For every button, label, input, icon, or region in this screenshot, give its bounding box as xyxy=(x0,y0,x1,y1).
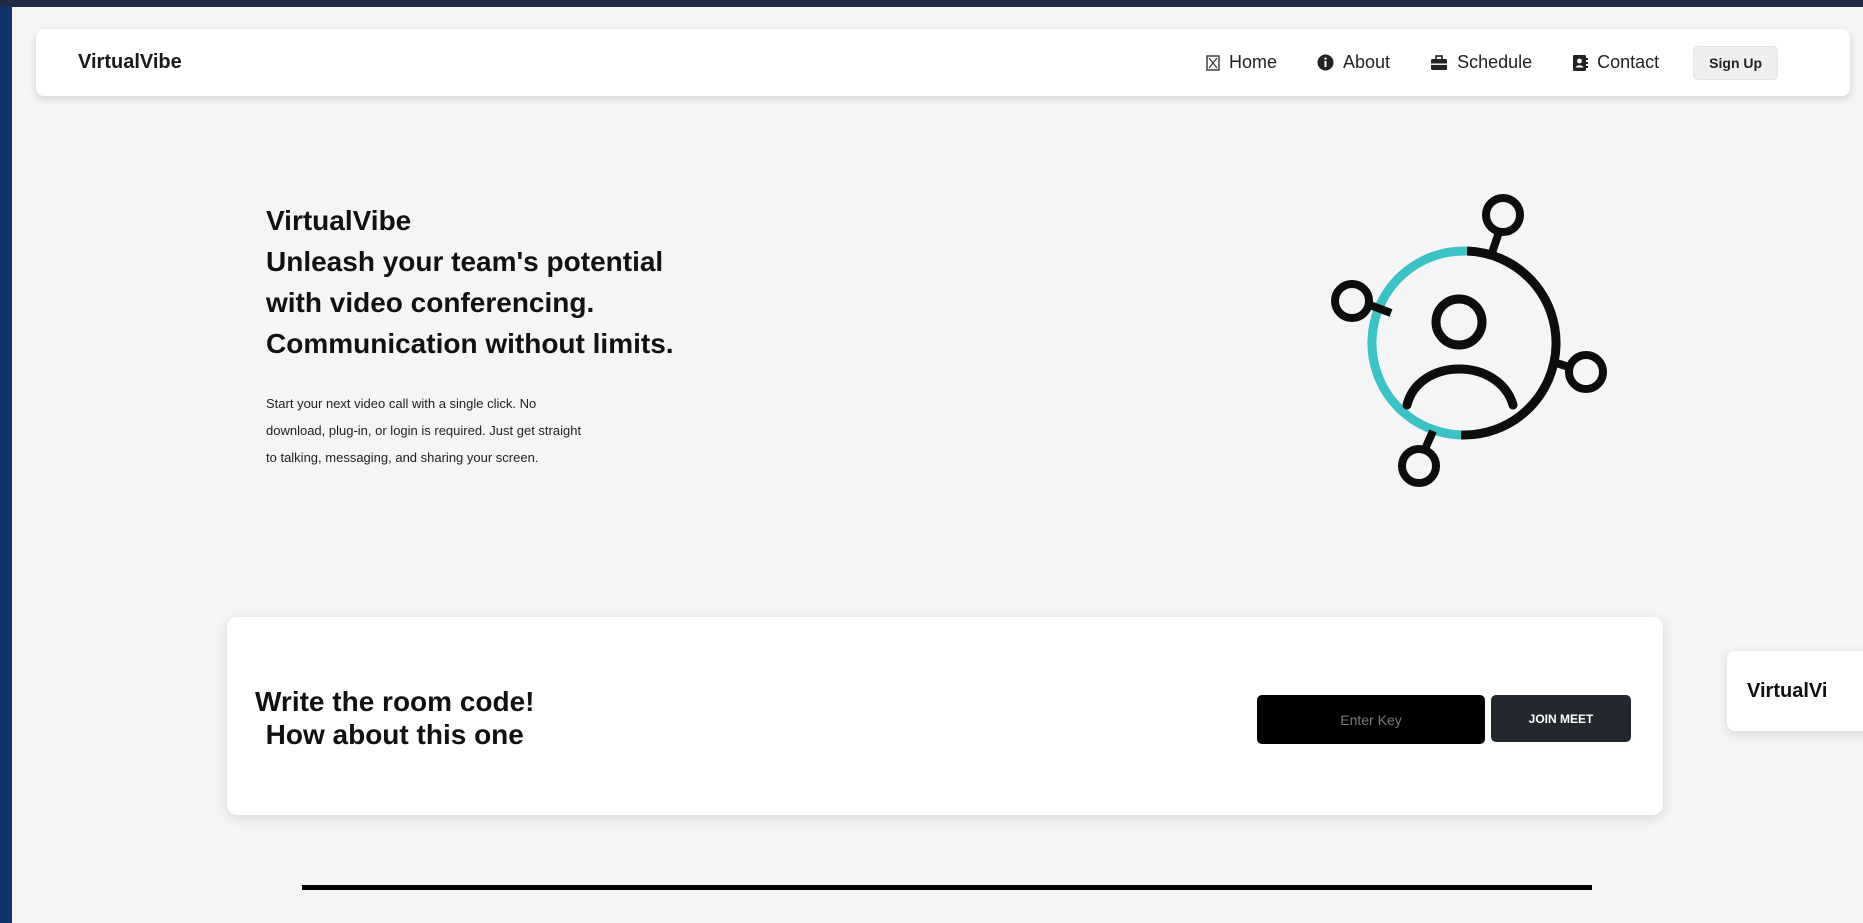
next-slide-card[interactable]: VirtualVi xyxy=(1727,651,1863,731)
hourglass-icon xyxy=(1206,54,1220,71)
nav-menu: Home About Schedule Contact Sign Up xyxy=(1206,29,1779,96)
hero-title-line: Communication without limits. xyxy=(266,328,674,359)
nav-item-contact[interactable]: Contact xyxy=(1572,52,1659,73)
room-code-heading-line: How about this one xyxy=(265,719,524,750)
room-code-heading-line: Write the room code! xyxy=(255,686,535,717)
address-book-icon xyxy=(1572,54,1589,72)
next-slide-card-title: VirtualVi xyxy=(1747,680,1828,702)
briefcase-icon xyxy=(1430,54,1448,71)
page: VirtualVibe Home About Schedule Contact … xyxy=(12,7,1863,923)
sign-up-button[interactable]: Sign Up xyxy=(1693,45,1779,80)
room-code-card: Write the room code! How about this one … xyxy=(227,617,1663,815)
navbar: VirtualVibe Home About Schedule Contact … xyxy=(36,29,1850,96)
brand-logo[interactable]: VirtualVibe xyxy=(78,29,182,96)
room-code-heading: Write the room code! How about this one xyxy=(255,685,535,751)
hero-description: Start your next video call with a single… xyxy=(266,390,666,471)
hero-description-line: Start your next video call with a single… xyxy=(266,396,537,411)
hero-description-line: download, plug-in, or login is required.… xyxy=(266,423,582,438)
info-circle-icon xyxy=(1317,54,1334,71)
hero-title-line: with video conferencing. xyxy=(266,287,595,318)
room-key-input[interactable] xyxy=(1257,695,1485,744)
nav-item-label: Home xyxy=(1229,52,1278,72)
nav-item-label: Schedule xyxy=(1457,52,1533,72)
nav-item-schedule[interactable]: Schedule xyxy=(1430,52,1532,73)
nav-item-home[interactable]: Home xyxy=(1206,52,1277,73)
hero-title-line: Unleash your team's potential xyxy=(266,246,664,277)
join-meet-button[interactable]: JOIN MEET xyxy=(1491,695,1631,742)
hero-section: VirtualVibe Unleash your team's potentia… xyxy=(266,200,786,471)
hero-title-line: VirtualVibe xyxy=(266,205,412,236)
section-divider xyxy=(302,885,1592,890)
nav-item-label: Contact xyxy=(1597,52,1660,72)
hero-description-line: to talking, messaging, and sharing your … xyxy=(266,450,539,465)
nav-item-label: About xyxy=(1343,52,1391,72)
network-user-icon xyxy=(1307,185,1623,490)
hero-title: VirtualVibe Unleash your team's potentia… xyxy=(266,200,786,364)
nav-item-about[interactable]: About xyxy=(1317,52,1390,73)
window-top-bar xyxy=(0,0,1863,7)
